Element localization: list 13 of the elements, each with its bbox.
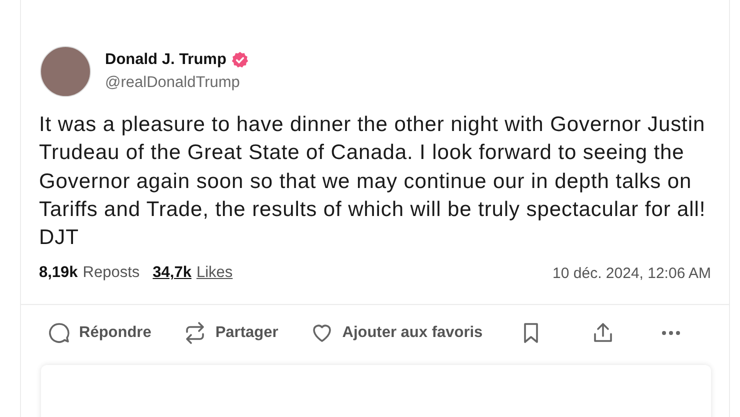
stat-label[interactable]: Likes — [196, 264, 233, 282]
repost-button[interactable]: Partager — [183, 321, 278, 346]
post-timestamp: 10 déc. 2024, 12:06 AM — [552, 264, 711, 282]
post-text: It was a pleasure to have dinner the other night with Governor Justin Trudeau of the Great State of Canada. I look forward to seeing the Governor again soon so that we may continue our in depth talks on Tariffs and Trade, the results of which will be truly spectacular for all! DJT — [39, 112, 707, 252]
favorite-button[interactable]: Ajouter aux favoris — [310, 321, 483, 346]
author-name[interactable]: Donald J. Trump — [105, 51, 226, 69]
stat-count[interactable]: 34,7k — [152, 264, 192, 282]
author-handle[interactable]: @realDonaldTrump — [105, 74, 250, 92]
avatar[interactable] — [40, 46, 91, 97]
reply-button[interactable]: Répondre — [47, 321, 152, 346]
stat-label[interactable]: Reposts — [82, 264, 140, 282]
speech-bubble-icon — [47, 321, 71, 346]
stat-count[interactable]: 8,19k — [39, 264, 78, 282]
